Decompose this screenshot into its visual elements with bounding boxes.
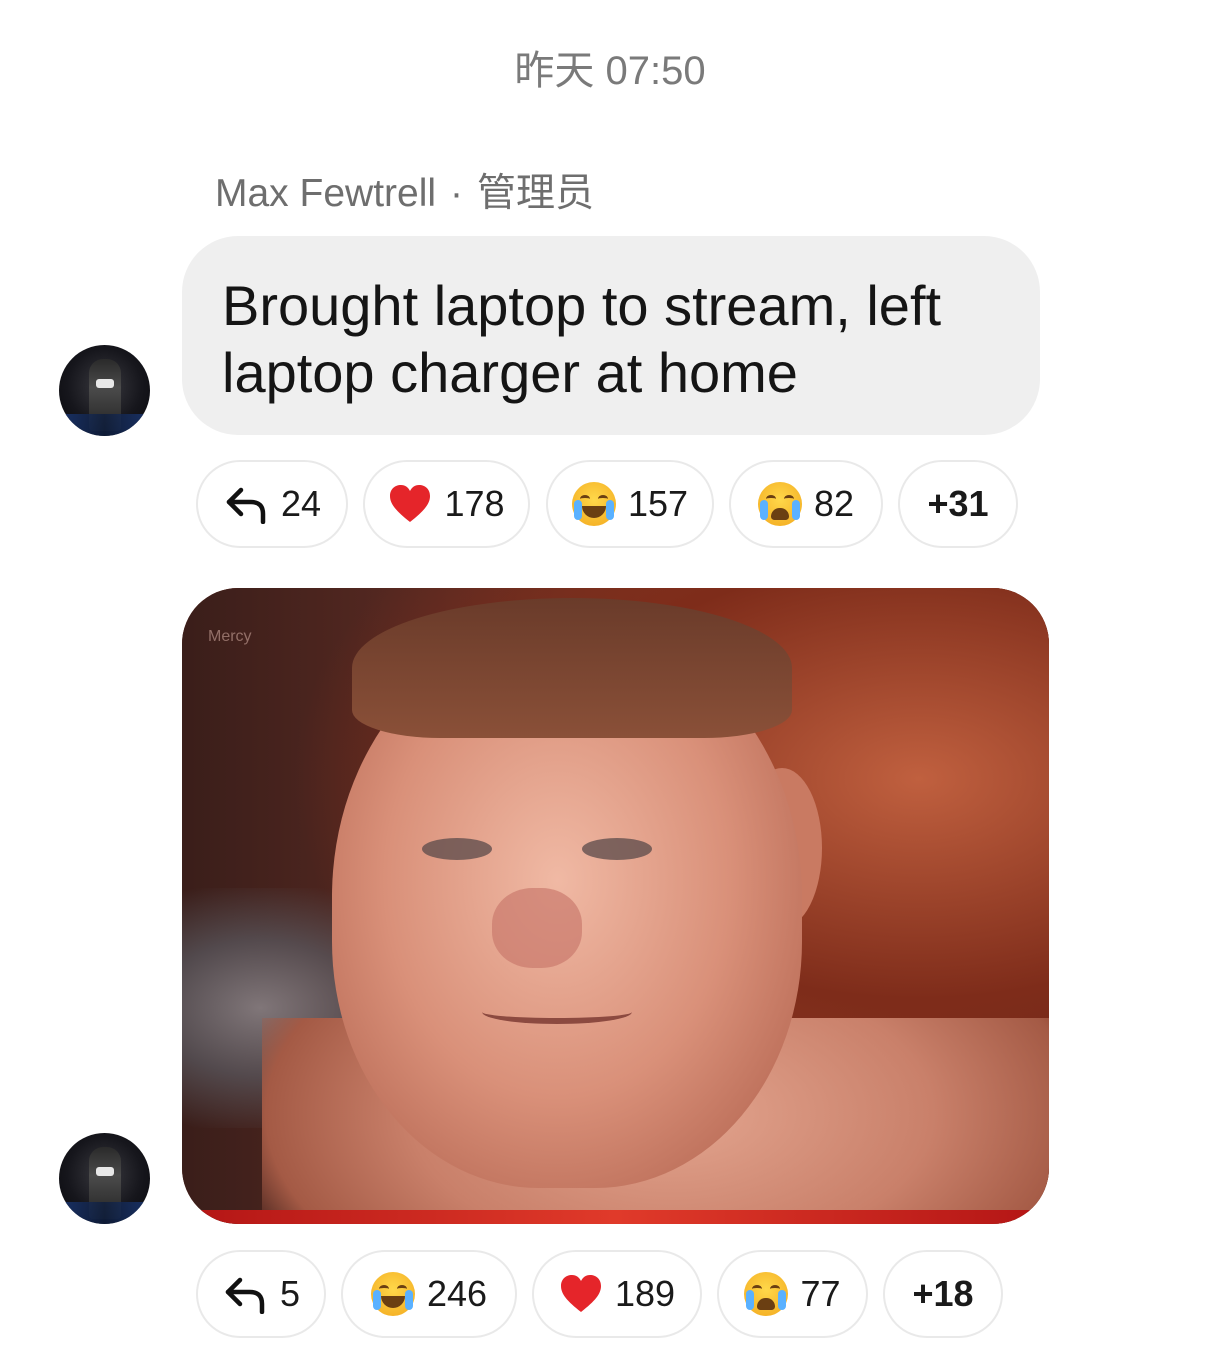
separator: · — [450, 172, 464, 215]
timestamp: 昨天 07:50 — [514, 49, 706, 93]
reaction-count: 82 — [813, 483, 855, 524]
more-count: +31 — [927, 483, 989, 524]
reply-button[interactable]: 24 — [196, 460, 348, 548]
reply-count: 24 — [280, 483, 322, 524]
reactions-row: 24 178 157 82 +31 — [0, 460, 1220, 550]
avatar[interactable] — [59, 345, 150, 436]
loudly-crying-icon — [757, 482, 802, 526]
reply-button[interactable]: 5 — [196, 1250, 326, 1338]
reply-count: 5 — [279, 1273, 301, 1314]
reaction-count: 189 — [614, 1273, 676, 1314]
reaction-count: 77 — [800, 1273, 841, 1314]
heart-icon — [388, 484, 432, 524]
reply-icon — [223, 484, 269, 524]
reply-icon — [222, 1274, 268, 1314]
message-bubble[interactable]: Brought laptop to stream, left laptop ch… — [182, 236, 1040, 435]
reaction-cry[interactable]: 82 — [729, 460, 883, 548]
avatar[interactable] — [59, 1133, 150, 1224]
laugh-crying-icon — [370, 1272, 415, 1316]
sender-name[interactable]: Max Fewtrell — [215, 172, 436, 215]
image-attachment[interactable]: Mercy — [182, 588, 1049, 1224]
reaction-laugh[interactable]: 157 — [546, 460, 714, 548]
reaction-count: 246 — [426, 1273, 488, 1314]
reaction-heart[interactable]: 178 — [363, 460, 530, 548]
reaction-laugh[interactable]: 246 — [341, 1250, 517, 1338]
reactions-row: 5 246 189 77 +18 — [0, 1250, 1220, 1340]
sender-line: Max Fewtrell · 管理员 — [215, 162, 594, 218]
more-count: +18 — [912, 1273, 974, 1314]
more-reactions-button[interactable]: +31 — [898, 460, 1018, 548]
sender-role: 管理员 — [477, 172, 595, 215]
laugh-crying-icon — [571, 482, 616, 526]
loudly-crying-icon — [744, 1272, 789, 1316]
more-reactions-button[interactable]: +18 — [883, 1250, 1003, 1338]
message-text: Brought laptop to stream, left laptop ch… — [222, 274, 942, 404]
heart-icon — [559, 1274, 603, 1314]
reaction-count: 178 — [444, 483, 505, 524]
image-watermark: Mercy — [208, 628, 252, 645]
reaction-heart[interactable]: 189 — [532, 1250, 702, 1338]
reaction-count: 157 — [627, 483, 689, 524]
reaction-cry[interactable]: 77 — [717, 1250, 868, 1338]
